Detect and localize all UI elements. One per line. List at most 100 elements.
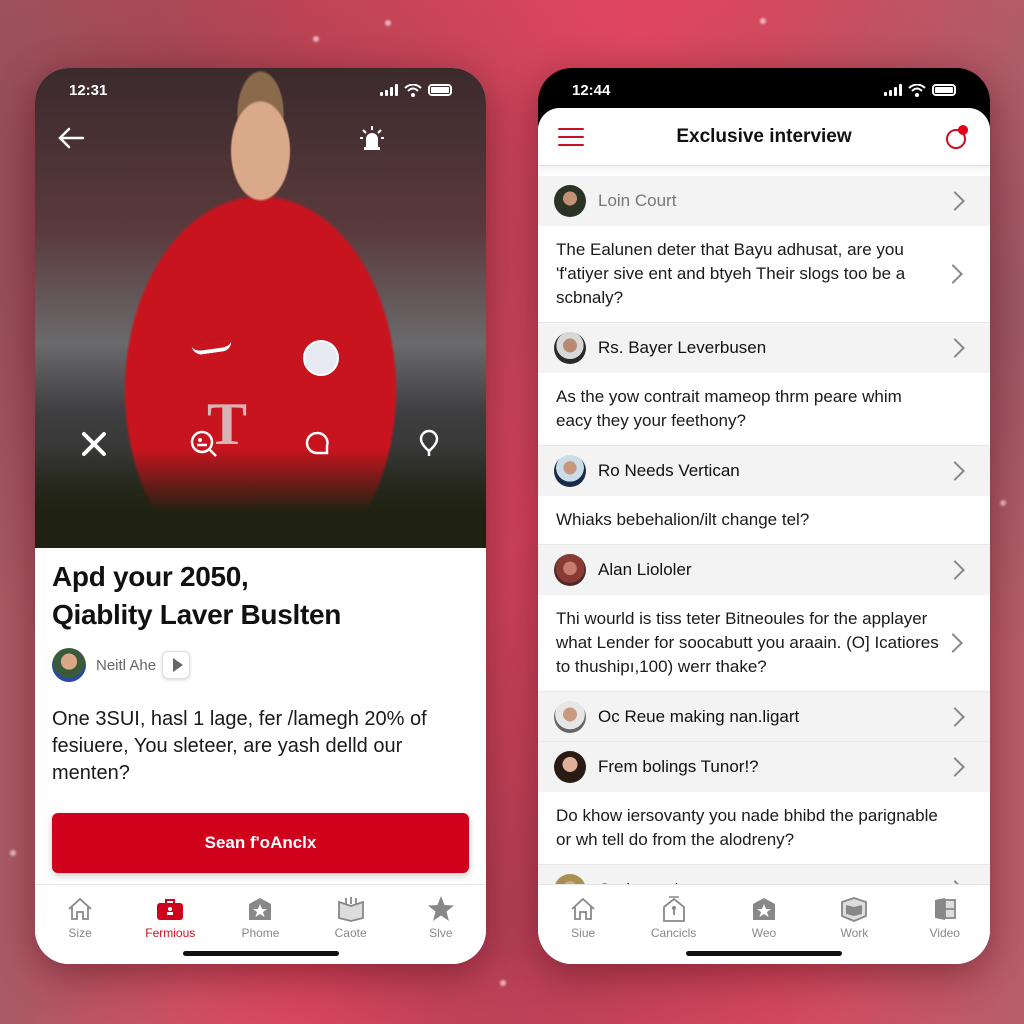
interview-sheet: Exclusive interview Loin Court The Ealun… — [538, 108, 990, 964]
article-body: One 3SUI, hasl 1 lage, fer /lamegh 20% o… — [52, 708, 427, 784]
tab-label: Slve — [429, 926, 453, 940]
tab-label: Size — [68, 926, 92, 940]
chevron-right-icon — [945, 191, 965, 211]
battery-icon — [932, 84, 956, 96]
chevron-right-icon — [945, 757, 965, 777]
avatar — [554, 554, 586, 586]
tab-label: Siue — [571, 926, 596, 940]
signal-icon — [884, 84, 902, 96]
battery-icon — [428, 84, 452, 96]
wifi-icon — [404, 83, 422, 97]
item-name: Ro Needs Vertican — [598, 461, 740, 480]
headline-line-1: Apd your 2050, — [52, 561, 249, 592]
list-item-header[interactable]: Frem bolings Tunor!? — [538, 742, 990, 792]
status-time: 12:44 — [572, 81, 611, 99]
location-pin-icon[interactable] — [411, 426, 447, 462]
item-name: Frem bolings Tunor!? — [598, 757, 759, 776]
list-item-question[interactable]: Thi wourld is tiss teter Bitneoules for … — [538, 595, 990, 692]
chevron-right-icon — [945, 560, 965, 580]
headline-line-2: Qiablity Laver Buslten — [52, 599, 342, 630]
house-lock-icon — [660, 895, 688, 923]
article-headline: Apd your 2050, Qiablity Laver Buslten — [52, 558, 469, 634]
status-bar: 12:31 — [35, 68, 486, 112]
author-name[interactable]: Neitl Ahe — [96, 657, 156, 674]
chevron-right-icon — [945, 461, 965, 481]
item-name: Alan Liololer — [598, 560, 692, 579]
list-item-question[interactable]: The Ealunen deter that Bayu adhusat, are… — [538, 226, 990, 323]
question-text: Do khow iersovanty you nade bhibd the pa… — [556, 806, 938, 849]
list-item-question[interactable]: Do khow iersovanty you nade bhibd the pa… — [538, 792, 990, 865]
bokeh-sparkle — [313, 36, 319, 42]
bokeh-sparkle — [1000, 500, 1006, 506]
hero-action-row — [35, 426, 486, 466]
status-time: 12:31 — [69, 81, 108, 99]
phone-article: T 12:31 Apd your 2050, Qiablity Laver Bu… — [35, 68, 486, 964]
home-indicator[interactable] — [686, 951, 842, 956]
chevron-right-icon — [945, 706, 965, 727]
item-name: Loin Court — [598, 191, 677, 210]
play-button[interactable] — [162, 651, 191, 679]
notification-icon[interactable] — [944, 124, 970, 150]
item-name: Rs. Bayer Leverbusen — [598, 338, 767, 357]
list-item-header[interactable]: Ro Needs Vertican — [538, 446, 990, 496]
briefcase-icon — [156, 895, 184, 923]
interview-list: Loin Court The Ealunen deter that Bayu a… — [538, 176, 990, 884]
menu-icon[interactable] — [558, 127, 584, 146]
status-bar: 12:44 — [538, 68, 990, 112]
list-item-question[interactable]: As the yow contrait mameop thrm peare wh… — [538, 373, 990, 446]
club-crest — [303, 340, 339, 376]
alarm-icon[interactable] — [357, 123, 387, 153]
cta-button[interactable]: Sean f'oAnclx — [52, 813, 469, 873]
book-box-icon — [337, 895, 365, 923]
avatar — [554, 332, 586, 364]
author-avatar[interactable] — [52, 648, 86, 682]
question-text: Thi wourld is tiss teter Bitneoules for … — [556, 609, 939, 676]
star-badge-icon — [246, 895, 274, 923]
star-icon — [427, 895, 455, 923]
page-title: Exclusive interview — [676, 125, 852, 147]
tab-slve[interactable]: Slve — [401, 895, 481, 964]
question-text: The Ealunen deter that Bayu adhusat, are… — [556, 240, 906, 307]
avatar — [554, 700, 586, 733]
list-item-header[interactable]: Loin Court — [538, 176, 990, 226]
close-icon[interactable] — [76, 426, 112, 462]
bokeh-sparkle — [760, 18, 766, 24]
avatar — [554, 874, 586, 884]
tab-video[interactable]: Video — [905, 895, 985, 964]
chevron-right-icon — [945, 338, 965, 358]
search-person-icon[interactable] — [186, 426, 222, 462]
chat-bubble-icon[interactable] — [299, 426, 335, 462]
video-box-icon — [931, 895, 959, 923]
author-row: Neitl Ahe — [52, 648, 469, 682]
jersey-logo — [191, 340, 233, 356]
book-icon — [840, 895, 868, 923]
star-badge-icon — [750, 895, 778, 923]
tab-label: Phome — [241, 926, 280, 940]
bokeh-sparkle — [385, 20, 391, 26]
nav-bar: Exclusive interview — [538, 108, 990, 166]
list-item-header[interactable]: Ouderarzd — [538, 865, 990, 884]
avatar — [554, 185, 586, 217]
item-name: Oc Reue making nan.ligart — [598, 706, 800, 726]
list-item-header[interactable]: Rs. Bayer Leverbusen — [538, 323, 990, 373]
home-icon — [569, 895, 597, 923]
avatar — [554, 455, 586, 487]
wifi-icon — [908, 83, 926, 97]
question-text: Whiaks bebehalion/ilt change tel? — [556, 510, 810, 529]
tab-size[interactable]: Size — [40, 895, 120, 964]
list-item-header[interactable]: Oc Reue making nan.ligart — [538, 692, 990, 742]
back-arrow-icon[interactable] — [55, 122, 87, 154]
question-text: As the yow contrait mameop thrm peare wh… — [556, 387, 902, 430]
home-indicator[interactable] — [182, 951, 339, 956]
tab-label: Work — [840, 926, 869, 940]
avatar — [554, 751, 586, 783]
home-icon — [66, 895, 94, 923]
signal-icon — [380, 84, 398, 96]
list-item-question[interactable]: Whiaks bebehalion/ilt change tel? — [538, 496, 990, 545]
chevron-right-icon — [943, 264, 963, 284]
bokeh-sparkle — [10, 850, 16, 856]
phone-interview: 12:44 Exclusive interview Loin Court The… — [538, 68, 990, 964]
tab-siue[interactable]: Siue — [543, 895, 623, 964]
tab-label: Video — [929, 926, 960, 940]
list-item-header[interactable]: Alan Liololer — [538, 545, 990, 595]
